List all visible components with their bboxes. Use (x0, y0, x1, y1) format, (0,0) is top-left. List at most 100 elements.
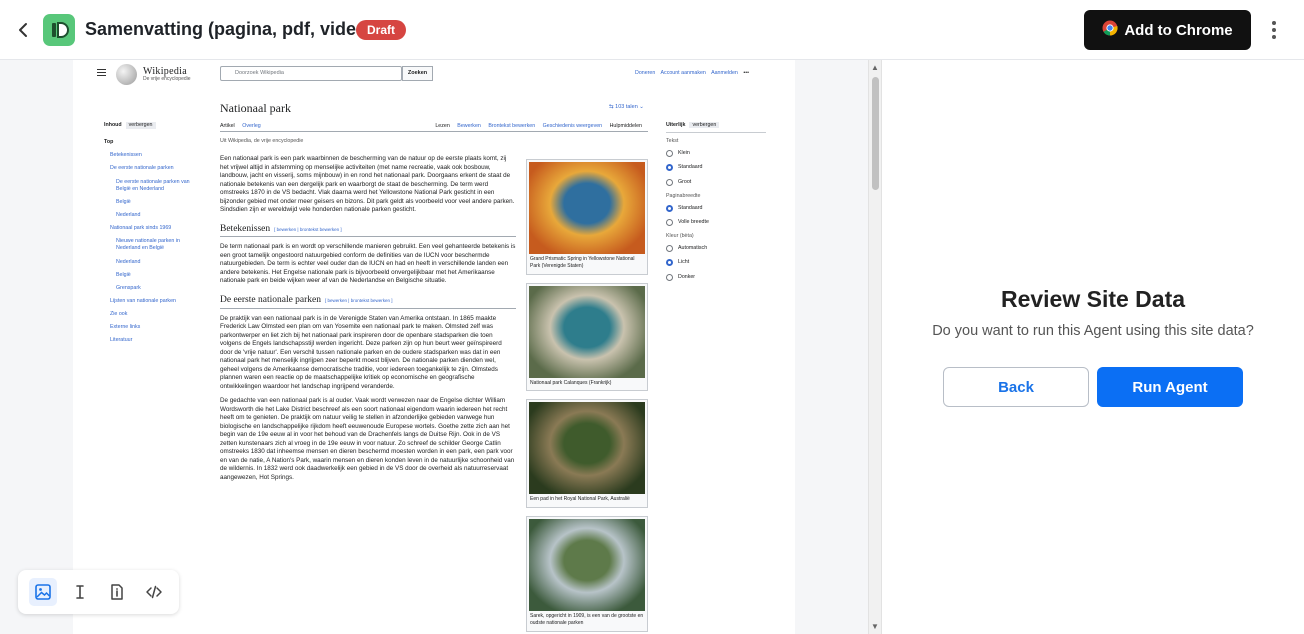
image-tool-icon[interactable] (28, 578, 57, 606)
wiki-toc-item[interactable]: Nederland (104, 212, 204, 219)
run-agent-button[interactable]: Run Agent (1097, 367, 1243, 407)
wiki-intro-paragraph: Een nationaal park is een park waarbinne… (220, 155, 515, 213)
radio-icon[interactable] (666, 259, 673, 267)
wiki-article-body: Een nationaal park is een park waarbinne… (220, 155, 516, 488)
wiki-toc-item[interactable]: De eerste nationale parken van België en… (104, 179, 204, 193)
wiki-appearance-group-label: Tekst (666, 138, 679, 145)
wiki-toc-item[interactable]: De eerste nationale parken (104, 165, 204, 172)
radio-icon[interactable] (666, 150, 673, 158)
hamburger-menu-icon[interactable] (97, 69, 106, 76)
wiki-toc-heading: Inhoud verbergen (104, 122, 204, 130)
preview-scrollbar[interactable]: ▲ ▼ (868, 60, 882, 634)
wiki-appearance-option[interactable]: Standaard (666, 205, 766, 212)
wiki-toc-item[interactable]: Grenspark (104, 285, 204, 292)
wiki-top-link[interactable]: Aanmelden (711, 70, 738, 76)
review-title: Review Site Data (1000, 286, 1186, 312)
wiki-appearance-option-label: Automatisch (678, 245, 708, 252)
wiki-figure-image[interactable] (529, 402, 645, 495)
radio-icon[interactable] (666, 164, 673, 172)
scroll-down-icon[interactable]: ▼ (871, 622, 879, 631)
wiki-figure-image[interactable] (529, 162, 645, 254)
wiki-appearance-option[interactable]: Groot (666, 179, 766, 186)
wiki-top-link[interactable]: Doneren (635, 70, 655, 76)
text-cursor-tool-icon[interactable] (66, 578, 94, 606)
wiki-figures: Grand Prismatic Spring in Yellowstone Na… (526, 159, 648, 634)
wiki-figure-image[interactable] (529, 519, 645, 611)
wiki-toc-item[interactable]: Betekenissen (104, 152, 204, 159)
wiki-top-links: Doneren Account aanmaken Aanmelden ••• (635, 70, 753, 77)
wiki-appearance-title: Uiterlijk (666, 122, 686, 128)
tab-artikel[interactable]: Artikel (220, 123, 235, 129)
wiki-from-line: Uit Wikipedia, de vrije encyclopedie (220, 138, 304, 144)
wiki-figure[interactable]: Een pad in het Royal National Park, Aust… (526, 399, 648, 508)
code-tool-icon[interactable] (140, 578, 168, 606)
wiki-section-title: Betekenissen (220, 223, 271, 234)
wikipedia-tagline: De vrije encyclopedie (143, 76, 191, 82)
wiki-toc-item[interactable]: Lijsten van nationale parken (104, 298, 204, 305)
wikipedia-page: Wikipedia De vrije encyclopedie Doorzoek… (73, 60, 795, 634)
wiki-toc-item[interactable]: Nederland (104, 259, 204, 266)
wiki-toc-item[interactable]: Nationaal park sinds 1969 (104, 225, 204, 232)
wiki-appearance-option[interactable]: Standaard (666, 164, 766, 172)
tab-lezen[interactable]: Lezen (435, 123, 449, 129)
radio-icon[interactable] (666, 273, 673, 281)
wiki-section-edit-links[interactable]: [ bewerken | brontekst bewerken ] (325, 298, 392, 303)
wiki-toc-item[interactable]: Literatuur (104, 337, 204, 344)
wiki-more-icon[interactable]: ••• (743, 70, 749, 76)
wiki-toc-hide-button[interactable]: verbergen (125, 122, 156, 130)
scrollbar-thumb[interactable] (872, 77, 879, 190)
wiki-appearance-option-label: Groot (678, 178, 692, 185)
add-to-chrome-button[interactable]: Add to Chrome (1084, 10, 1251, 50)
wikipedia-globe-icon (116, 64, 137, 85)
wiki-appearance-hide-button[interactable]: verbergen (689, 122, 720, 128)
wiki-appearance-option[interactable]: Donker (666, 274, 766, 281)
wiki-figure[interactable]: Grand Prismatic Spring in Yellowstone Na… (526, 159, 648, 275)
wiki-figure-caption: Sarek, opgericht in 1909, is een van de … (530, 613, 644, 626)
radio-icon[interactable] (666, 245, 673, 253)
radio-icon[interactable] (666, 178, 673, 186)
wiki-sections: Betekenissen[ bewerken | brontekst bewer… (220, 223, 516, 483)
wiki-toc-item[interactable]: Top (104, 139, 204, 146)
wiki-figure[interactable]: Sarek, opgericht in 1909, is een van de … (526, 516, 648, 632)
document-tool-icon[interactable] (103, 578, 131, 606)
wiki-languages-button[interactable]: ⇆ 103 talen ⌄ (609, 104, 644, 111)
wiki-section-heading: Betekenissen[ bewerken | brontekst bewer… (220, 223, 516, 238)
wiki-appearance-option[interactable]: Licht (666, 259, 766, 267)
tab-geschiedenis[interactable]: Geschiedenis weergeven (543, 123, 602, 129)
tab-overleg[interactable]: Overleg (242, 123, 261, 129)
back-chevron-icon[interactable] (12, 18, 34, 42)
tab-bewerken[interactable]: Bewerken (457, 123, 481, 129)
draft-badge: Draft (356, 20, 407, 40)
wiki-figure-caption: Grand Prismatic Spring in Yellowstone Na… (530, 256, 635, 269)
tab-hulpmiddelen[interactable]: Hulpmiddelen (610, 123, 642, 129)
wiki-appearance-option-label: Standaard (678, 204, 703, 211)
wiki-figure[interactable]: Nationaal park Calanques (Frankrijk) (526, 282, 648, 392)
back-button[interactable]: Back (943, 367, 1089, 407)
wiki-figure-caption: Nationaal park Calanques (Frankrijk) (530, 379, 612, 386)
chrome-icon (1102, 20, 1118, 40)
more-options-icon[interactable] (1265, 18, 1283, 42)
wiki-toc-item[interactable]: België (104, 272, 204, 279)
wiki-paragraph: De praktijk van een nationaal park is in… (220, 314, 502, 390)
tab-brontekst-bewerken[interactable]: Brontekst bewerken (488, 123, 535, 129)
wiki-search-button[interactable]: Zoeken (402, 66, 433, 81)
wiki-toc-item[interactable]: Externe links (104, 324, 204, 331)
wiki-toc-item[interactable]: Zie ook (104, 311, 204, 318)
wiki-section-edit-links[interactable]: [ bewerken | brontekst bewerken ] (274, 227, 341, 232)
wiki-search-input[interactable]: Doorzoek Wikipedia (220, 66, 402, 81)
radio-icon[interactable] (666, 219, 673, 227)
wiki-figure-image[interactable] (529, 285, 645, 378)
wiki-appearance-option-label: Klein (678, 150, 690, 157)
wiki-toc-item[interactable]: Nieuwe nationale parken in Nederland en … (104, 238, 204, 252)
wiki-appearance-option[interactable]: Automatisch (666, 245, 766, 253)
wiki-appearance-option[interactable]: Klein (666, 150, 766, 158)
top-bar: Samenvatting (pagina, pdf, video) Draft … (0, 0, 1304, 60)
radio-icon[interactable] (666, 204, 673, 212)
wiki-toc-list: Top Betekenissen De eerste nationale parke… (104, 139, 204, 344)
wiki-appearance-option[interactable]: Volle breedte (666, 219, 766, 227)
wiki-toc-item[interactable]: België (104, 199, 204, 206)
scroll-up-icon[interactable]: ▲ (871, 63, 879, 72)
wiki-top-link[interactable]: Account aanmaken (661, 70, 706, 76)
wiki-search-placeholder: Doorzoek Wikipedia (235, 69, 284, 76)
page-preview: Wikipedia De vrije encyclopedie Doorzoek… (0, 60, 868, 634)
